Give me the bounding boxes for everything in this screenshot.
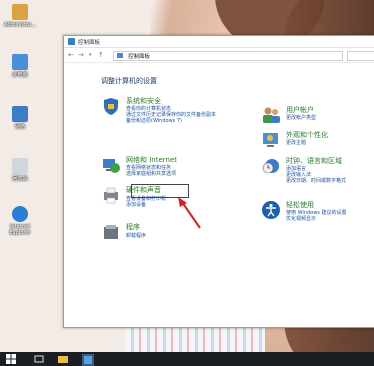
up-icon[interactable]: ↑: [98, 51, 104, 59]
user-folder-icon: [12, 4, 28, 20]
desktop-icon-ie[interactable]: Internet Explorer: [3, 206, 37, 236]
start-button-icon[interactable]: [6, 354, 16, 364]
annotation-arrow: [178, 197, 201, 229]
ease-of-access-icon: [262, 201, 280, 219]
ie-icon: [12, 206, 28, 222]
shield-flag-icon: [104, 98, 118, 115]
control-panel-taskbar-icon[interactable]: [82, 354, 94, 366]
network-icon: [12, 106, 28, 122]
desktop-icon-recycle-bin[interactable]: 回收站: [3, 158, 37, 182]
control-panel-window: 控制面板 ← → ▾ ↑ 控制面板 调整计算机的设置 系统和安全 查看你的计算机…: [63, 35, 374, 328]
network-globe-icon: [103, 159, 120, 173]
desktop-icon-this-pc[interactable]: 此电脑: [3, 54, 37, 78]
task-view-icon[interactable]: [34, 354, 44, 364]
recycle-bin-icon: [12, 158, 28, 174]
appearance-icon: [263, 133, 278, 147]
back-icon[interactable]: ←: [68, 51, 74, 59]
window-title: 控制面板: [78, 40, 101, 46]
desktop-icon-network[interactable]: 网络: [3, 106, 37, 130]
category-link[interactable]: 备份和还原(Windows 7): [126, 118, 182, 124]
category-link[interactable]: 卸载程序: [126, 233, 146, 239]
address-bar: ← → ▾ ↑ 控制面板: [64, 48, 374, 63]
program-box-icon: [104, 225, 118, 239]
printer-icon: [104, 187, 118, 204]
category-link[interactable]: 优化视频显示: [286, 216, 316, 222]
category-title[interactable]: 网络和 Internet: [126, 155, 177, 165]
user-accounts-icon: [263, 107, 280, 123]
category-title[interactable]: 轻松使用: [286, 200, 314, 210]
search-input[interactable]: [347, 51, 374, 61]
control-panel-icon: [117, 53, 123, 58]
page-title: 调整计算机的设置: [101, 77, 157, 85]
category-title[interactable]: 程序: [126, 222, 140, 232]
category-link[interactable]: 添加设备: [126, 202, 146, 208]
category-title[interactable]: 外观和个性化: [286, 130, 328, 140]
control-panel-icon: [68, 38, 75, 45]
clock-globe-icon: [262, 159, 279, 174]
category-title[interactable]: 用户帐户: [286, 105, 314, 115]
category-title[interactable]: 系统和安全: [126, 96, 161, 106]
category-link[interactable]: 更改主题: [286, 140, 306, 146]
category-link[interactable]: 选择家庭组和共享选项: [126, 171, 176, 177]
category-link[interactable]: 更改帐户类型: [286, 115, 316, 121]
title-bar[interactable]: 控制面板: [64, 36, 374, 48]
category-title[interactable]: 时钟、语言和区域: [286, 156, 342, 166]
category-link[interactable]: 更改日期、时间或数字格式: [286, 178, 346, 184]
taskbar: [0, 352, 374, 366]
breadcrumb[interactable]: 控制面板: [113, 51, 343, 61]
desktop-icon-administrator[interactable]: Administra...: [3, 4, 37, 28]
chevron-down-icon[interactable]: ▾: [89, 52, 92, 58]
file-explorer-icon[interactable]: [58, 354, 68, 364]
forward-icon[interactable]: →: [78, 51, 84, 59]
computer-icon: [12, 54, 28, 70]
